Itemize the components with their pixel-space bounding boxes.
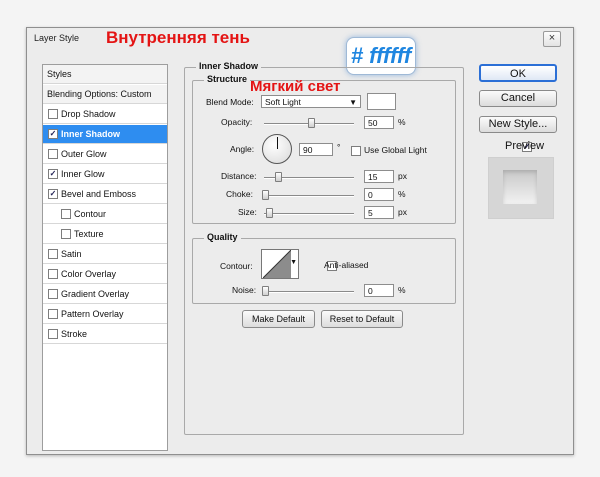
size-unit: px [398,207,407,217]
sidebar-item-checkbox[interactable] [48,288,58,299]
angle-unit: ° [337,142,341,152]
choke-slider-thumb[interactable] [262,190,269,200]
sidebar-item-label: Inner Shadow [61,129,121,139]
sidebar-item-satin[interactable]: Satin [43,245,167,264]
contour-label: Contour: [220,261,253,271]
make-default-button[interactable]: Make Default [242,310,315,328]
reset-to-default-button[interactable]: Reset to Default [321,310,403,328]
sidebar-item-checkbox[interactable] [48,148,58,159]
sidebar-item-outer-glow[interactable]: Outer Glow [43,145,167,164]
choke-unit: % [398,189,406,199]
styles-list: Styles Blending Options: Custom Drop Sha… [42,64,168,451]
sidebar-item-stroke[interactable]: Stroke [43,325,167,344]
sidebar-item-label: Contour [74,209,107,219]
sidebar-item-checkbox[interactable] [48,248,58,259]
contour-curve-icon [263,250,291,278]
sidebar-item-pattern-overlay[interactable]: Pattern Overlay [43,305,167,324]
sidebar-item-bevel-and-emboss[interactable]: ✓ Bevel and Emboss [43,185,167,204]
use-global-light-checkbox[interactable] [351,145,361,156]
sidebar-item-inner-glow[interactable]: ✓ Inner Glow [43,165,167,184]
sidebar-item-label: Color Overlay [61,269,117,279]
angle-dial-needle [277,137,278,149]
distance-unit: px [398,171,407,181]
noise-slider-thumb[interactable] [262,286,269,296]
noise-field[interactable]: 0 [364,284,394,297]
sidebar-item-label: Drop Shadow [61,109,116,119]
structure-title: Structure [204,74,251,84]
sidebar-item-label: Outer Glow [61,149,107,159]
size-slider-thumb[interactable] [266,208,273,218]
new-style-button[interactable]: New Style... [479,116,557,133]
annotation-heading: Внутренняя тень [106,28,250,47]
blend-mode-value: Soft Light [265,97,301,107]
opacity-unit: % [398,117,406,127]
sidebar-item-label: Stroke [61,329,88,339]
sidebar-item-label: Inner Glow [61,169,105,179]
inner-shadow-title: Inner Shadow [196,61,262,71]
angle-label: Angle: [230,144,255,154]
sidebar-item-checkbox[interactable] [48,268,58,279]
sidebar-item-contour[interactable]: Contour [43,205,167,224]
sidebar-item-label: Gradient Overlay [61,289,130,299]
styles-header-label: Styles [47,69,72,79]
sidebar-item-color-overlay[interactable]: Color Overlay [43,265,167,284]
noise-label: Noise: [232,285,257,295]
ok-button[interactable]: OK [479,64,557,82]
blend-mode-select[interactable]: Soft Light ▼ [261,95,361,108]
sidebar-item-label: Texture [74,229,104,239]
size-slider-track[interactable] [264,213,354,215]
chevron-down-icon: ▼ [349,98,357,107]
noise-unit: % [398,285,406,295]
sidebar-item-drop-shadow[interactable]: Drop Shadow [43,105,167,124]
contour-picker[interactable]: ▼ [261,249,299,279]
style-preview [488,157,554,219]
noise-slider-track[interactable] [264,291,354,293]
angle-dial[interactable] [262,134,292,164]
sidebar-item-checkbox[interactable] [61,208,71,219]
size-label: Size: [238,207,257,217]
distance-field[interactable]: 15 [364,170,394,183]
preview-label: Preview [505,140,545,152]
use-global-light-label: Use Global Light [364,145,427,155]
blend-mode-label: Blend Mode: [206,97,254,107]
styles-header[interactable]: Styles [43,65,167,84]
distance-label: Distance: [221,171,257,181]
sidebar-item-gradient-overlay[interactable]: Gradient Overlay [43,285,167,304]
blending-options-label: Blending Options: Custom [47,89,152,99]
sidebar-item-label: Bevel and Emboss [61,189,137,199]
sidebar-item-checkbox[interactable] [48,328,58,339]
sidebar-item-checkbox[interactable]: ✓ [48,188,58,199]
anti-aliased-label: Anti-aliased [324,260,369,270]
sidebar-item-label: Satin [61,249,82,259]
sidebar-item-texture[interactable]: Texture [43,225,167,244]
window-title: Layer Style [34,33,80,43]
style-preview-swatch [503,170,537,204]
choke-label: Choke: [226,189,253,199]
opacity-label: Opacity: [221,117,253,127]
chevron-down-icon[interactable]: ▼ [290,259,297,266]
choke-slider-track[interactable] [264,195,354,197]
sidebar-item-checkbox[interactable] [48,308,58,319]
distance-slider-thumb[interactable] [275,172,282,182]
shadow-color-swatch[interactable] [367,93,396,110]
close-button[interactable]: × [543,31,561,47]
annotation-blend-note: Мягкий свет [250,78,341,95]
opacity-field[interactable]: 50 [364,116,394,129]
quality-title: Quality [204,232,241,242]
size-field[interactable]: 5 [364,206,394,219]
blending-options-item[interactable]: Blending Options: Custom [43,85,167,104]
sidebar-item-inner-shadow[interactable]: ✓ Inner Shadow [43,125,167,144]
sidebar-item-checkbox[interactable]: ✓ [48,128,58,139]
sidebar-item-checkbox[interactable]: ✓ [48,168,58,179]
choke-field[interactable]: 0 [364,188,394,201]
sidebar-item-checkbox[interactable] [61,228,71,239]
opacity-slider-thumb[interactable] [308,118,315,128]
sidebar-item-checkbox[interactable] [48,108,58,119]
cancel-button[interactable]: Cancel [479,90,557,107]
sidebar-item-label: Pattern Overlay [61,309,124,319]
angle-field[interactable]: 90 [299,143,333,156]
